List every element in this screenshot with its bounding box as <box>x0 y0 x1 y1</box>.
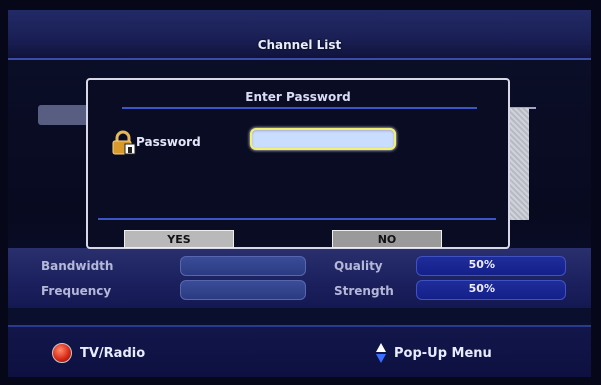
popup-menu-label: Pop-Up Menu <box>394 345 492 361</box>
dialog-divider <box>122 107 477 109</box>
strength-value: 50% <box>468 282 495 295</box>
strength-bar: 50% <box>416 280 566 300</box>
strength-label: Strength <box>334 284 394 298</box>
frequency-label: Frequency <box>41 284 112 298</box>
up-down-arrow-icon <box>376 343 386 363</box>
title-bar: Channel List <box>8 10 591 60</box>
footer-bar: TV/Radio Pop-Up Menu <box>8 325 591 377</box>
page-title: Channel List <box>257 38 342 52</box>
tv-screen: Channel List Bandwidth Frequency Quality… <box>8 10 591 377</box>
dialog-title: Enter Password <box>245 90 351 104</box>
tv-radio-label: TV/Radio <box>80 345 146 361</box>
signal-info-panel: Bandwidth Frequency Quality 50% Strength… <box>8 248 591 308</box>
frequency-field <box>180 280 306 300</box>
password-dialog: Enter Password Password YES NO <box>86 78 510 249</box>
dialog-button-divider <box>98 218 496 220</box>
quality-bar: 50% <box>416 256 566 276</box>
popup-menu-hint[interactable]: Pop-Up Menu <box>376 343 492 363</box>
password-input[interactable] <box>250 128 396 150</box>
bandwidth-label: Bandwidth <box>41 259 114 273</box>
red-button-icon <box>52 343 72 363</box>
quality-value: 50% <box>468 258 495 271</box>
password-label: Password <box>136 135 201 149</box>
yes-button[interactable]: YES <box>124 230 234 248</box>
quality-label: Quality <box>334 259 383 273</box>
lock-icon <box>112 130 136 155</box>
bandwidth-field <box>180 256 306 276</box>
tv-radio-hint[interactable]: TV/Radio <box>52 343 145 363</box>
no-button[interactable]: NO <box>332 230 442 248</box>
